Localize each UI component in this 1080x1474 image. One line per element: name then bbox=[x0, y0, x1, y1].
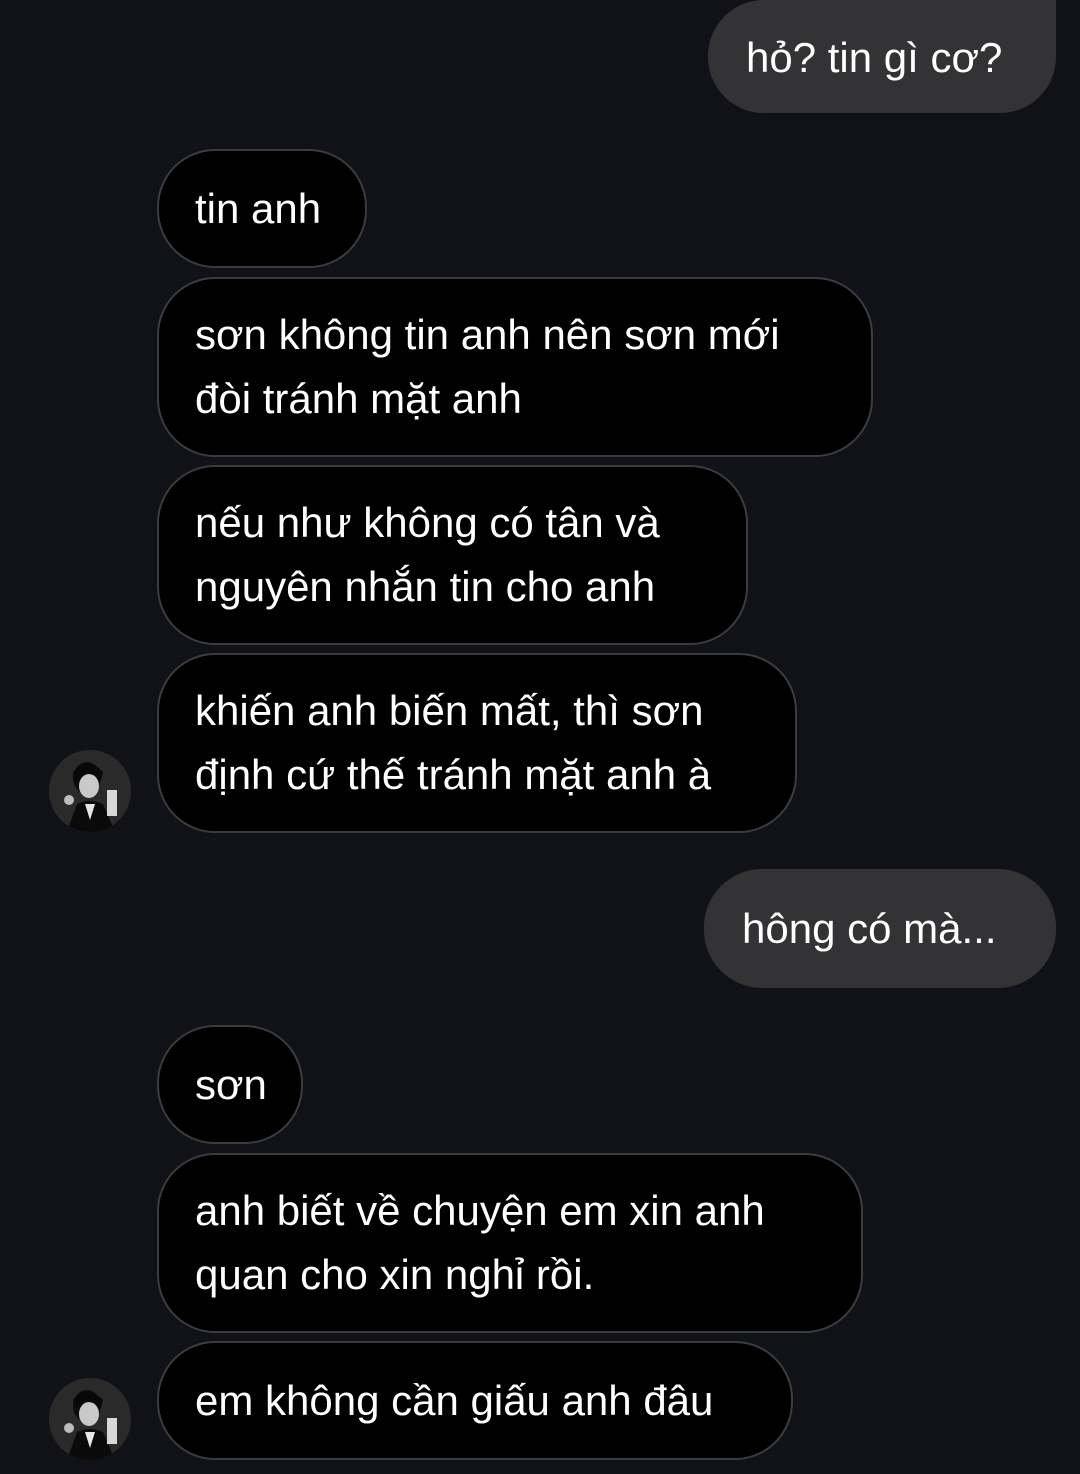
message-bubble-received[interactable]: sơn không tin anh nên sơn mới đòi tránh … bbox=[157, 277, 873, 457]
message-bubble-received[interactable]: nếu như không có tân và nguyên nhắn tin … bbox=[157, 465, 748, 645]
message-text: sơn không tin anh nên sơn mới đòi tránh … bbox=[195, 311, 780, 422]
contact-avatar[interactable] bbox=[49, 1378, 131, 1460]
message-bubble-received[interactable]: em không cần giấu anh đâu bbox=[157, 1341, 793, 1460]
message-text: sơn bbox=[195, 1061, 267, 1108]
message-bubble-received[interactable]: anh biết về chuyện em xin anh quan cho x… bbox=[157, 1153, 863, 1333]
message-text: hông có mà... bbox=[742, 905, 997, 952]
message-bubble-sent[interactable]: hỏ? tin gì cơ? bbox=[708, 0, 1056, 113]
message-bubble-received[interactable]: sơn bbox=[157, 1025, 303, 1144]
contact-avatar[interactable] bbox=[49, 750, 131, 832]
message-text: tin anh bbox=[195, 185, 322, 232]
message-text: nếu như không có tân và nguyên nhắn tin … bbox=[195, 499, 660, 610]
message-text: anh biết về chuyện em xin anh quan cho x… bbox=[195, 1187, 765, 1298]
message-text: em không cần giấu anh đâu bbox=[195, 1377, 714, 1424]
person-photo-icon bbox=[49, 750, 131, 832]
message-text: khiến anh biến mất, thì sơn định cứ thế … bbox=[195, 687, 712, 798]
message-text: hỏ? tin gì cơ? bbox=[746, 34, 1003, 81]
person-photo-icon bbox=[49, 1378, 131, 1460]
message-bubble-received[interactable]: khiến anh biến mất, thì sơn định cứ thế … bbox=[157, 653, 797, 833]
message-bubble-received[interactable]: tin anh bbox=[157, 149, 367, 268]
message-bubble-sent[interactable]: hông có mà... bbox=[704, 869, 1056, 988]
